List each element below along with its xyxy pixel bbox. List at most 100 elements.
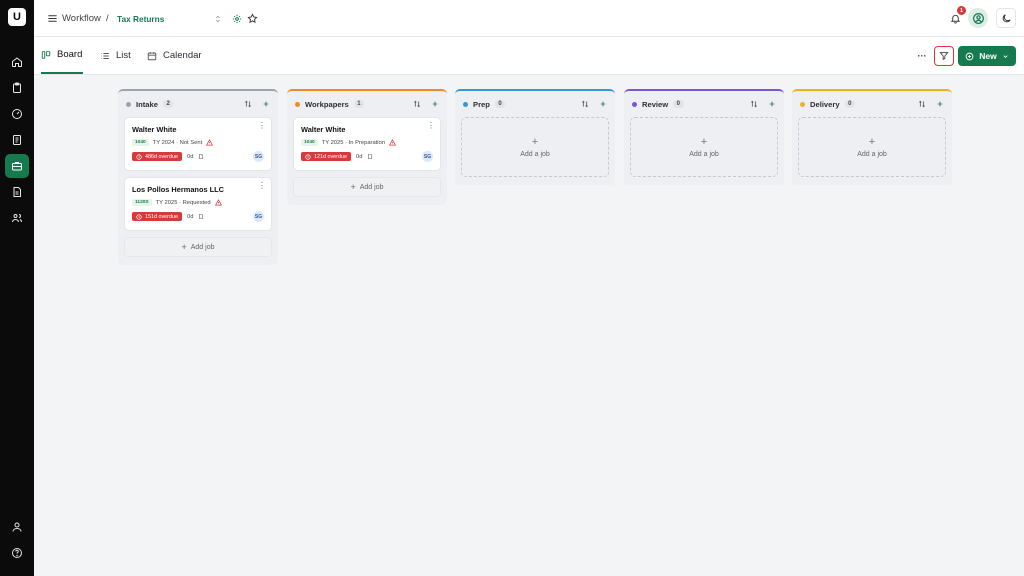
kebab-menu-icon[interactable]: ⋮ xyxy=(427,122,435,130)
kebab-menu-icon[interactable]: ⋮ xyxy=(258,182,266,190)
add-job-placeholder[interactable]: + Add a job xyxy=(798,117,946,177)
more-options-button[interactable]: ··· xyxy=(915,49,929,63)
breadcrumb-current[interactable]: Tax Returns xyxy=(117,0,164,37)
chevron-down-icon xyxy=(1003,54,1008,58)
job-card[interactable]: ⋮ Walter White 1040 TY 2024 · Not Sent 486d … xyxy=(124,117,272,171)
column-workpapers: Workpapers 1 ⋮ Walter White 1040 TY 2025 · In… xyxy=(287,89,447,205)
add-job-placeholder[interactable]: + Add a job xyxy=(630,117,778,177)
days-count: 0d xyxy=(186,153,194,160)
tab-board[interactable]: Board xyxy=(41,37,83,74)
add-job-button[interactable]: + Add job xyxy=(293,177,441,197)
document-icon xyxy=(198,213,204,220)
app-logo[interactable]: U xyxy=(8,8,26,26)
new-button-label: New xyxy=(979,51,997,61)
sort-icon[interactable] xyxy=(918,100,926,108)
notification-badge: 1 xyxy=(957,6,966,15)
warning-icon xyxy=(206,139,214,146)
plus-icon: + xyxy=(531,135,539,148)
menu-icon[interactable] xyxy=(46,12,58,24)
home-icon[interactable] xyxy=(5,50,29,74)
tab-calendar[interactable]: Calendar xyxy=(147,37,202,74)
gauge-icon[interactable] xyxy=(5,102,29,126)
help-icon[interactable] xyxy=(5,541,29,565)
add-icon[interactable] xyxy=(936,100,944,108)
column-prep: Prep 0 + Add a job xyxy=(455,89,615,185)
document-icon[interactable] xyxy=(5,180,29,204)
briefcase-icon[interactable] xyxy=(5,154,29,178)
job-status: TY 2024 · Not Sent xyxy=(152,139,203,146)
document-icon xyxy=(367,153,373,160)
avatar[interactable] xyxy=(968,8,988,28)
add-icon[interactable] xyxy=(599,100,607,108)
job-card[interactable]: ⋮ Walter White 1040 TY 2025 · In Preparatio… xyxy=(293,117,441,171)
kanban-board: Intake 2 ⋮ Walter White 1040 TY 2024 · Not Se… xyxy=(34,75,1024,576)
assignee-avatar[interactable]: SG xyxy=(253,211,264,222)
column-title: Prep xyxy=(473,99,490,109)
sort-icon[interactable] xyxy=(413,100,421,108)
breadcrumb-root[interactable]: Workflow xyxy=(62,0,101,37)
add-job-button[interactable]: + Add job xyxy=(124,237,272,257)
plus-icon: + xyxy=(181,242,187,252)
sort-icon[interactable] xyxy=(581,100,589,108)
people-icon[interactable] xyxy=(5,206,29,230)
calendar-icon xyxy=(147,51,157,60)
overdue-text: 486d overdue xyxy=(145,153,178,160)
clipboard-icon[interactable] xyxy=(5,76,29,100)
kebab-menu-icon[interactable]: ⋮ xyxy=(258,122,266,130)
sort-icon[interactable] xyxy=(750,100,758,108)
clock-icon xyxy=(136,213,142,220)
new-button[interactable]: New xyxy=(958,46,1016,66)
document-icon xyxy=(198,153,204,160)
filter-button[interactable] xyxy=(934,46,954,66)
days-count: 0d xyxy=(186,213,194,220)
top-bar: Workflow / Tax Returns 1 xyxy=(34,0,1024,37)
column-count: 0 xyxy=(673,100,684,108)
tab-list[interactable]: List xyxy=(100,37,131,74)
add-job-placeholder[interactable]: + Add a job xyxy=(461,117,609,177)
days-count: 0d xyxy=(355,153,363,160)
status-dot xyxy=(800,101,805,107)
sort-icon[interactable] xyxy=(244,100,252,108)
column-review: Review 0 + Add a job xyxy=(624,89,784,185)
add-icon[interactable] xyxy=(262,100,270,108)
add-icon[interactable] xyxy=(768,100,776,108)
star-icon[interactable] xyxy=(246,12,258,24)
form-badge: 1040 xyxy=(301,139,318,146)
column-title: Delivery xyxy=(810,99,840,109)
overdue-badge: 121d overdue xyxy=(301,152,351,161)
plus-circle-icon xyxy=(965,52,974,60)
plus-icon: + xyxy=(700,135,708,148)
sort-icon[interactable] xyxy=(213,13,223,24)
job-status: TY 2025 · Requested xyxy=(155,199,211,206)
settings-icon[interactable] xyxy=(231,13,242,24)
overdue-text: 151d overdue xyxy=(145,213,178,220)
column-delivery: Delivery 0 + Add a job xyxy=(792,89,952,185)
breadcrumb-separator: / xyxy=(106,13,109,24)
add-job-label: Add job xyxy=(190,243,215,251)
list-icon xyxy=(101,52,109,59)
plus-icon: + xyxy=(350,182,356,192)
add-job-label: Add a job xyxy=(689,150,719,158)
moon-icon[interactable] xyxy=(996,8,1016,28)
job-card[interactable]: ⋮ Los Pollos Hermanos LLC 1120S TY 2025 · R… xyxy=(124,177,272,231)
assignee-avatar[interactable]: SG xyxy=(253,151,264,162)
tab-calendar-label: Calendar xyxy=(163,50,202,61)
column-title: Review xyxy=(642,99,669,109)
add-job-label: Add a job xyxy=(857,150,887,158)
warning-icon xyxy=(389,139,397,146)
overdue-badge: 151d overdue xyxy=(132,212,182,221)
assignee-avatar[interactable]: SG xyxy=(422,151,433,162)
column-header: Review 0 xyxy=(624,91,784,117)
job-title: Walter White xyxy=(132,125,177,134)
add-icon[interactable] xyxy=(431,100,439,108)
column-count: 0 xyxy=(494,100,506,108)
user-icon[interactable] xyxy=(5,515,29,539)
form-badge: 1120S xyxy=(132,199,152,206)
plus-icon: + xyxy=(868,135,876,148)
status-dot xyxy=(126,101,131,107)
checklist-icon[interactable] xyxy=(5,128,29,152)
filter-icon xyxy=(939,52,949,61)
job-status: TY 2025 · In Preparation xyxy=(321,139,386,146)
column-intake: Intake 2 ⋮ Walter White 1040 TY 2024 · Not Se… xyxy=(118,89,278,265)
status-dot xyxy=(463,101,468,107)
